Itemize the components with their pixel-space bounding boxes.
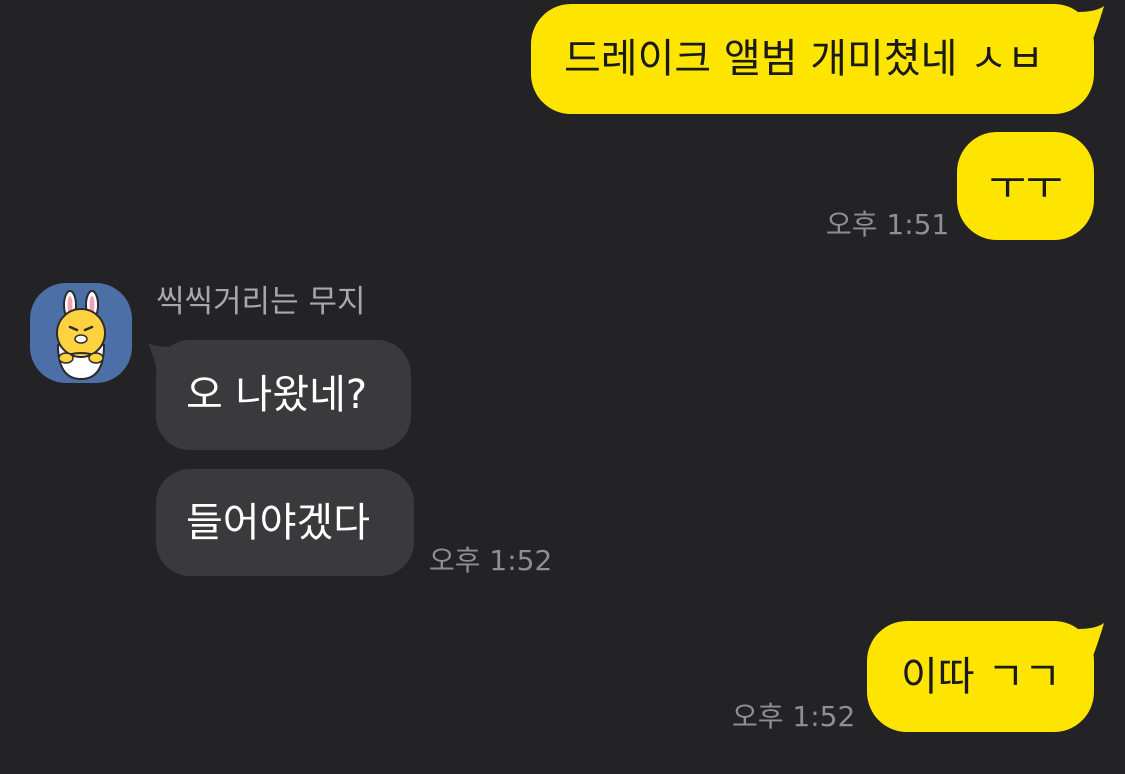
message-text: 이따 ㄱㄱ: [901, 653, 1061, 700]
message-text: 들어야겠다: [186, 499, 370, 546]
incoming-message-bubble[interactable]: 들어야겠다: [156, 469, 414, 576]
chat-message-list[interactable]: 드레이크 앨범 개미쳤네 ㅅㅂ ㅜㅜ 오후 1:51 씩씩거리는 무지 오 나왔…: [0, 0, 1125, 774]
sender-avatar[interactable]: [30, 283, 132, 383]
message-timestamp: 오후 1:51: [826, 208, 950, 241]
sender-name: 씩씩거리는 무지: [156, 284, 366, 320]
message-text: ㅜㅜ: [989, 163, 1063, 209]
message-timestamp: 오후 1:52: [429, 544, 553, 577]
message-text: 드레이크 앨범 개미쳤네 ㅅㅂ: [564, 36, 1044, 82]
muzi-character-icon: [56, 290, 106, 381]
outgoing-message-bubble[interactable]: ㅜㅜ: [957, 132, 1094, 240]
bubble-tail: [1078, 6, 1104, 42]
message-text: 오 나왔네?: [186, 372, 368, 418]
message-timestamp: 오후 1:52: [732, 700, 856, 733]
outgoing-message-bubble[interactable]: 이따 ㄱㄱ: [867, 621, 1094, 732]
outgoing-message-bubble[interactable]: 드레이크 앨범 개미쳤네 ㅅㅂ: [531, 4, 1094, 114]
incoming-message-bubble[interactable]: 오 나왔네?: [156, 340, 411, 450]
bubble-tail: [1078, 623, 1104, 659]
